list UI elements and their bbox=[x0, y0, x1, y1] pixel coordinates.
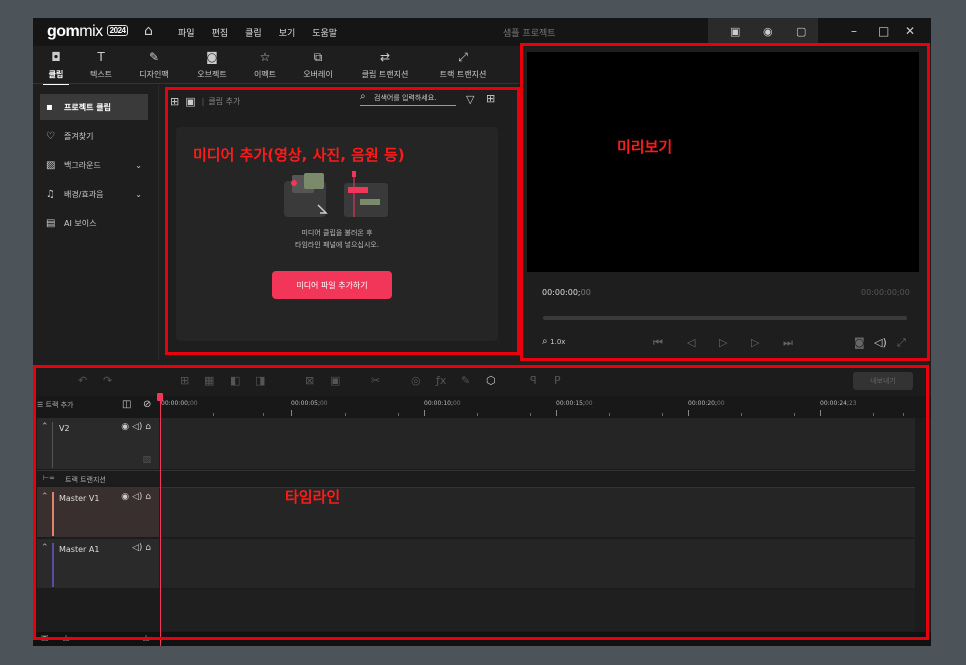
minimize-icon[interactable]: – bbox=[851, 24, 857, 38]
maximize-icon[interactable]: □ bbox=[878, 24, 889, 38]
design-icon: ✎ bbox=[148, 50, 160, 64]
title-actions: ▣ ◉ ▢ bbox=[708, 18, 818, 46]
tab-track-transition[interactable]: ⤢ 트랙 트랜지션 bbox=[433, 50, 493, 80]
chevron-down-icon: ⌄ bbox=[135, 189, 142, 199]
menu-edit[interactable]: 편집 bbox=[212, 26, 229, 39]
title-bar: gommix 2024 ⌂ 파일 편집 클립 보기 도움말 샘플 프로젝트 ▣ ◉… bbox=[33, 18, 931, 46]
account-icon[interactable]: ◉ bbox=[763, 25, 773, 38]
annotation-timeline-label: 타임라인 bbox=[285, 488, 341, 506]
ai-icon: ▤ bbox=[46, 217, 56, 229]
tab-overlay[interactable]: ⧉ 오버레이 bbox=[288, 50, 348, 80]
track-transition-icon: ⤢ bbox=[458, 50, 468, 64]
overlay-icon: ⧉ bbox=[313, 50, 323, 64]
annotation-media-box bbox=[165, 87, 520, 355]
app-logo: gommix 2024 bbox=[47, 23, 129, 41]
clip-transition-icon: ⇄ bbox=[379, 50, 391, 64]
effect-icon: ☆ bbox=[259, 50, 271, 64]
library-sidebar: ▪ 프로젝트 클립 ♡ 즐겨찾기 ▨ 백그라운드 ⌄ ♫ 배경/효과음 ⌄ ▤ … bbox=[33, 85, 159, 360]
annotation-preview-box bbox=[520, 43, 930, 361]
menu-view[interactable]: 보기 bbox=[279, 26, 296, 39]
annotation-media-label: 미디어 추가(영상, 사진, 음원 등) bbox=[193, 146, 405, 164]
subtitle-icon[interactable]: ▣ bbox=[730, 25, 740, 38]
tool-tabs: ◘ 클립 T 텍스트 ✎ 디자인팩 ◙ 오브젝트 ☆ 이펙트 ⧉ 오버레이 ⇄ … bbox=[33, 46, 519, 86]
save-icon[interactable]: ▢ bbox=[796, 25, 806, 38]
tab-text[interactable]: T 텍스트 bbox=[71, 50, 131, 80]
heart-icon: ♡ bbox=[46, 130, 55, 142]
menu-clip[interactable]: 클립 bbox=[245, 26, 262, 39]
music-icon: ♫ bbox=[46, 188, 55, 200]
sidebar-item-favorites[interactable]: ♡ 즐겨찾기 bbox=[40, 123, 148, 149]
pattern-icon: ▨ bbox=[46, 159, 56, 171]
sidebar-item-ai-voice[interactable]: ▤ AI 보이스 bbox=[40, 210, 148, 236]
annotation-preview-label: 미리보기 bbox=[617, 138, 673, 156]
tab-clip-transition[interactable]: ⇄ 클립 트랜지션 bbox=[355, 50, 415, 80]
sidebar-item-music[interactable]: ♫ 배경/효과음 ⌄ bbox=[40, 181, 148, 207]
tab-effect[interactable]: ☆ 이펙트 bbox=[235, 50, 295, 80]
chevron-down-icon: ⌄ bbox=[135, 160, 142, 170]
annotation-timeline-box bbox=[33, 365, 929, 640]
object-icon: ◙ bbox=[206, 50, 218, 64]
close-icon[interactable]: ✕ bbox=[905, 24, 915, 38]
sidebar-item-project-clips[interactable]: ▪ 프로젝트 클립 bbox=[40, 94, 148, 120]
tab-design[interactable]: ✎ 디자인팩 bbox=[124, 50, 184, 80]
text-icon: T bbox=[97, 50, 105, 64]
menu-bar: 파일 편집 클립 보기 도움말 bbox=[178, 26, 354, 39]
sidebar-item-background[interactable]: ▨ 백그라운드 ⌄ bbox=[40, 152, 148, 178]
folder-icon: ▪ bbox=[46, 101, 53, 113]
tab-object[interactable]: ◙ 오브젝트 bbox=[182, 50, 242, 80]
home-icon[interactable]: ⌂ bbox=[144, 23, 153, 39]
document-title: 샘플 프로젝트 bbox=[503, 29, 556, 39]
menu-help[interactable]: 도움말 bbox=[312, 26, 337, 39]
menu-file[interactable]: 파일 bbox=[178, 26, 195, 39]
